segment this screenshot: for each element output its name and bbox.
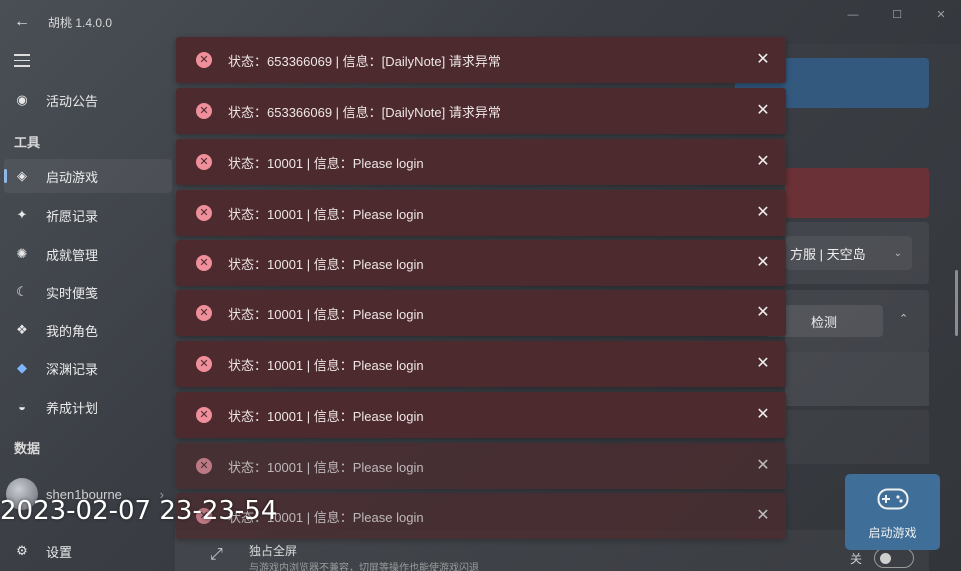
error-banner bbox=[785, 168, 929, 218]
maximize-icon[interactable]: ☐ bbox=[882, 6, 912, 24]
sidebar-item-achievements[interactable]: ✺ 成就管理 bbox=[4, 237, 172, 271]
close-icon[interactable]: ✕ bbox=[754, 304, 772, 322]
wish-icon: ✦ bbox=[16, 207, 28, 222]
chevron-up-icon[interactable]: ⌃ bbox=[899, 312, 908, 325]
toast-message: 状态：10001 | 信息：Please login bbox=[228, 408, 424, 424]
menu-icon[interactable] bbox=[14, 54, 30, 68]
error-toast: ✕ 状态：10001 | 信息：Please login ✕ bbox=[176, 290, 786, 336]
fullscreen-toggle[interactable] bbox=[874, 548, 914, 568]
launch-icon: ◈ bbox=[17, 168, 27, 183]
sidebar-item-label: 实时便笺 bbox=[46, 285, 99, 301]
toggle-state-label: 关 bbox=[850, 552, 863, 566]
minimize-icon[interactable]: — bbox=[838, 6, 868, 24]
error-icon: ✕ bbox=[196, 52, 212, 68]
sidebar-item-label: 养成计划 bbox=[46, 400, 99, 416]
error-toast: ✕ 状态：10001 | 信息：Please login ✕ bbox=[176, 341, 786, 387]
launch-game-button[interactable]: 启动游戏 bbox=[845, 474, 940, 550]
cultivation-icon: ◒ bbox=[18, 399, 26, 414]
back-arrow-icon[interactable]: ← bbox=[12, 12, 32, 32]
character-icon: ❖ bbox=[16, 322, 28, 337]
close-icon[interactable]: ✕ bbox=[754, 102, 772, 120]
error-icon: ✕ bbox=[196, 305, 212, 321]
toast-message: 状态：10001 | 信息：Please login bbox=[228, 459, 424, 475]
sidebar-item-label: 成就管理 bbox=[46, 247, 99, 263]
error-icon: ✕ bbox=[196, 458, 212, 474]
sidebar-item-label: 启动游戏 bbox=[46, 169, 99, 185]
section-heading-data: 数据 bbox=[14, 441, 41, 456]
achievement-icon: ✺ bbox=[16, 246, 28, 261]
error-toast: ✕ 状态：653366069 | 信息：[DailyNote] 请求异常 ✕ bbox=[176, 37, 786, 83]
gamepad-icon bbox=[877, 488, 909, 510]
moon-icon: ☾ bbox=[16, 284, 28, 299]
section-heading-tools: 工具 bbox=[14, 135, 41, 150]
sidebar-item-launch-game[interactable]: ◈ 启动游戏 bbox=[4, 159, 172, 193]
toast-message: 状态：653366069 | 信息：[DailyNote] 请求异常 bbox=[228, 104, 501, 120]
close-icon[interactable]: ✕ bbox=[754, 204, 772, 222]
sidebar: ◉ 活动公告 工具 ◈ 启动游戏 ✦ 祈愿记录 ✺ 成就管理 ☾ 实时便笺 ❖ … bbox=[0, 44, 175, 571]
close-icon[interactable]: ✕ bbox=[754, 51, 772, 69]
abyss-icon: ◆ bbox=[17, 360, 27, 375]
error-toast: ✕ 状态：10001 | 信息：Please login ✕ bbox=[176, 392, 786, 438]
error-icon: ✕ bbox=[196, 407, 212, 423]
error-icon: ✕ bbox=[196, 255, 212, 271]
error-toast: ✕ 状态：10001 | 信息：Please login ✕ bbox=[176, 139, 786, 185]
app-title: 胡桃 1.4.0.0 bbox=[48, 16, 113, 30]
close-icon[interactable]: ✕ bbox=[754, 153, 772, 171]
sidebar-item-label: 祈愿记录 bbox=[46, 208, 99, 224]
sidebar-item-settings[interactable]: ⚙ 设置 bbox=[4, 534, 172, 568]
error-icon: ✕ bbox=[196, 356, 212, 372]
settings-subcard bbox=[785, 410, 929, 464]
sidebar-item-label: 我的角色 bbox=[46, 323, 99, 339]
error-icon: ✕ bbox=[196, 103, 212, 119]
toast-message: 状态：10001 | 信息：Please login bbox=[228, 306, 424, 322]
sidebar-item-daily-note[interactable]: ☾ 实时便笺 bbox=[4, 275, 172, 309]
close-icon[interactable]: ✕ bbox=[754, 355, 772, 373]
sidebar-item-announcements[interactable]: ◉ 活动公告 bbox=[4, 83, 172, 117]
close-window-icon[interactable]: ✕ bbox=[926, 6, 956, 24]
server-select[interactable]: 方服 | 天空岛 ⌄ bbox=[786, 236, 912, 270]
sidebar-item-label: 深渊记录 bbox=[46, 361, 99, 377]
sidebar-item-wish-record[interactable]: ✦ 祈愿记录 bbox=[4, 198, 172, 232]
toast-message: 状态：10001 | 信息：Please login bbox=[228, 155, 424, 171]
sidebar-item-cultivation[interactable]: ◒ 养成计划 bbox=[4, 390, 172, 424]
close-icon[interactable]: ✕ bbox=[754, 457, 772, 475]
fullscreen-description: 与游戏内浏览器不兼容，切屏等操作也能使游戏闪退 bbox=[249, 563, 479, 571]
sidebar-item-characters[interactable]: ❖ 我的角色 bbox=[4, 313, 172, 347]
gear-icon: ⚙ bbox=[16, 543, 28, 558]
fullscreen-title: 独占全屏 bbox=[249, 544, 298, 558]
settings-subcard bbox=[785, 352, 929, 406]
sidebar-item-label: 设置 bbox=[46, 544, 73, 560]
close-icon[interactable]: ✕ bbox=[754, 406, 772, 424]
expand-icon: ⤢ bbox=[210, 546, 223, 563]
toast-message: 状态：10001 | 信息：Please login bbox=[228, 256, 424, 272]
chevron-down-icon: ⌄ bbox=[893, 247, 902, 259]
error-icon: ✕ bbox=[196, 205, 212, 221]
announcement-icon: ◉ bbox=[16, 92, 28, 107]
sidebar-item-label: 活动公告 bbox=[46, 93, 99, 109]
error-icon: ✕ bbox=[196, 154, 212, 170]
scrollbar-thumb[interactable] bbox=[955, 270, 958, 336]
server-select-value: 方服 | 天空岛 bbox=[790, 246, 866, 262]
close-icon[interactable]: ✕ bbox=[754, 254, 772, 272]
toast-message: 状态：10001 | 信息：Please login bbox=[228, 357, 424, 373]
close-icon[interactable]: ✕ bbox=[754, 507, 772, 525]
error-toast: ✕ 状态：10001 | 信息：Please login ✕ bbox=[176, 443, 786, 489]
error-toast: ✕ 状态：653366069 | 信息：[DailyNote] 请求异常 ✕ bbox=[176, 88, 786, 134]
toast-message: 状态：653366069 | 信息：[DailyNote] 请求异常 bbox=[228, 53, 501, 69]
error-toast: ✕ 状态：10001 | 信息：Please login ✕ bbox=[176, 240, 786, 286]
overlay-timestamp: 2023-02-07 23-23-54 bbox=[0, 496, 278, 526]
launch-game-label: 启动游戏 bbox=[868, 526, 917, 540]
toast-message: 状态：10001 | 信息：Please login bbox=[228, 206, 424, 222]
error-toast: ✕ 状态：10001 | 信息：Please login ✕ bbox=[176, 190, 786, 236]
sidebar-item-abyss[interactable]: ◆ 深渊记录 bbox=[4, 351, 172, 385]
